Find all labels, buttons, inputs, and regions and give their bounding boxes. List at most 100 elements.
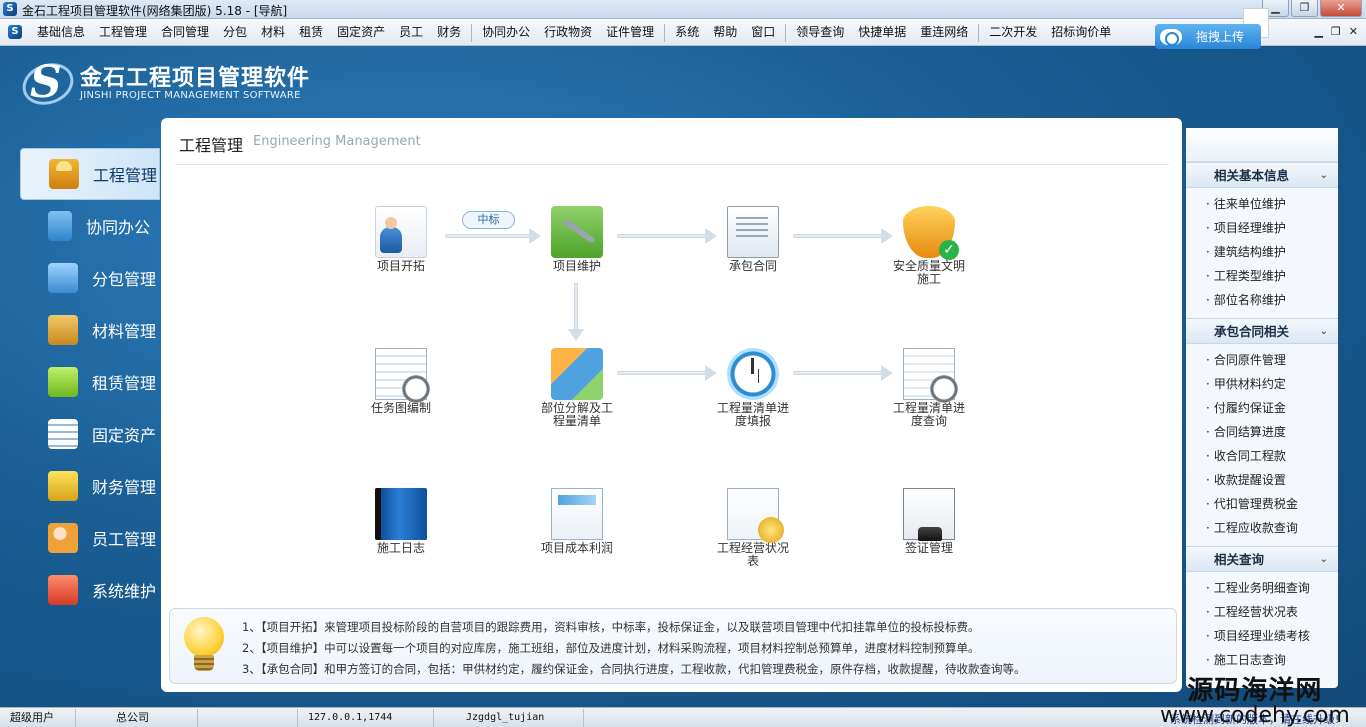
- menu-item-engineering[interactable]: 工程管理: [92, 19, 154, 46]
- chevron-down-icon[interactable]: ⌄: [1320, 547, 1328, 572]
- link-item[interactable]: 付履约保证金: [1206, 396, 1338, 420]
- link-item[interactable]: 部位名称维护: [1206, 288, 1338, 312]
- close-icon[interactable]: ✕: [1320, 0, 1362, 17]
- node-construction-log[interactable]: 施工日志: [346, 488, 456, 555]
- chevron-down-icon[interactable]: ⌄: [1320, 163, 1328, 188]
- menu-item-staff[interactable]: 员工: [392, 19, 430, 46]
- menu-item-bid-inquiry[interactable]: 招标询价单: [1044, 19, 1118, 46]
- menu-item-finance[interactable]: 财务: [430, 19, 468, 46]
- node-quantity-query[interactable]: 工程量清单进 度查询: [874, 348, 984, 428]
- node-part-breakdown[interactable]: 部位分解及工 程量清单: [522, 348, 632, 428]
- mdi-close-icon[interactable]: ✕: [1349, 25, 1358, 38]
- menu-item-system[interactable]: 系统: [668, 19, 706, 46]
- nav-item-rent[interactable]: 租赁管理: [20, 356, 160, 408]
- page-subtitle: Engineering Management: [253, 134, 421, 149]
- link-item[interactable]: 工程类型维护: [1206, 264, 1338, 288]
- nav-item-asset[interactable]: 固定资产: [20, 408, 160, 460]
- asset-list-icon: [48, 419, 78, 449]
- menu-item-reconnect[interactable]: 重连网络: [913, 19, 975, 46]
- node-project-maintenance[interactable]: 项目维护: [522, 206, 632, 273]
- window-controls: ▁ ❐ ✕: [1262, 0, 1362, 17]
- menu-item-basic-info[interactable]: 基础信息: [30, 19, 92, 46]
- right-panel-header: [1186, 128, 1338, 162]
- rent-cube-icon: [48, 367, 78, 397]
- link-item[interactable]: 施工日志查询: [1206, 648, 1338, 672]
- menu-item-contract[interactable]: 合同管理: [154, 19, 216, 46]
- node-task-schedule[interactable]: 任务图编制: [346, 348, 456, 415]
- link-item[interactable]: 合同结算进度: [1206, 420, 1338, 444]
- nav-item-staff[interactable]: 员工管理: [20, 512, 160, 564]
- menu-separator: [785, 23, 787, 42]
- nav-item-office[interactable]: 协同办公: [20, 200, 160, 252]
- window-title: 金石工程项目管理软件(网络集团版) 5.18 - [导航]: [22, 4, 288, 18]
- section-list: 工程业务明细查询 工程经营状况表 项目经理业绩考核 施工日志查询: [1186, 572, 1338, 678]
- company-logo: S: [16, 56, 80, 112]
- nav-item-finance[interactable]: 财务管理: [20, 460, 160, 512]
- drag-upload-button[interactable]: 拖拽上传: [1155, 24, 1261, 49]
- node-quantity-report[interactable]: 工程量清单进 度填报: [698, 348, 808, 428]
- node-visa-management[interactable]: 签证管理: [874, 488, 984, 555]
- menu-item-rent[interactable]: 租赁: [292, 19, 330, 46]
- menu-item-subcontract[interactable]: 分包: [216, 19, 254, 46]
- link-item[interactable]: 建筑结构维护: [1206, 240, 1338, 264]
- section-title: 承包合同相关: [1214, 324, 1290, 339]
- menu-app-icon[interactable]: S: [8, 25, 22, 39]
- link-item[interactable]: 收合同工程款: [1206, 444, 1338, 468]
- menu-item-office[interactable]: 协同办公: [475, 19, 537, 46]
- link-item[interactable]: 收款提醒设置: [1206, 468, 1338, 492]
- section-basic-info[interactable]: 相关基本信息 ⌄: [1186, 162, 1338, 188]
- nav-item-subcontract[interactable]: 分包管理: [20, 252, 160, 304]
- tip-line: 3、【承包合同】和甲方签订的合同，包括：甲供材约定，履约保证金，合同执行进度，工…: [242, 662, 1026, 676]
- clock-icon: [727, 348, 779, 400]
- mdi-restore-icon[interactable]: ❐: [1331, 25, 1341, 38]
- link-item[interactable]: 往来单位维护: [1206, 192, 1338, 216]
- link-item[interactable]: 项目经理业绩考核: [1206, 624, 1338, 648]
- status-database: Jzgdgl_tujian: [434, 708, 584, 727]
- node-safety[interactable]: 安全质量文明施工: [874, 206, 984, 286]
- menu-item-admin-supplies[interactable]: 行政物资: [537, 19, 599, 46]
- link-item[interactable]: 工程经营状况表: [1206, 600, 1338, 624]
- mdi-controls: ▁ ❐ ✕: [1314, 25, 1358, 38]
- link-item[interactable]: 甲供材料约定: [1206, 372, 1338, 396]
- link-item[interactable]: 工程应收款查询: [1206, 516, 1338, 540]
- node-contract[interactable]: 承包合同: [698, 206, 808, 273]
- section-list: 合同原件管理 甲供材料约定 付履约保证金 合同结算进度 收合同工程款 收款提醒设…: [1186, 344, 1338, 546]
- node-cost-profit[interactable]: 项目成本利润: [522, 488, 632, 555]
- right-panel: 相关基本信息 ⌄ 往来单位维护 项目经理维护 建筑结构维护 工程类型维护 部位名…: [1186, 128, 1338, 688]
- menu-item-certificate[interactable]: 证件管理: [599, 19, 661, 46]
- menu-item-dev[interactable]: 二次开发: [982, 19, 1044, 46]
- link-item[interactable]: 项目经理维护: [1206, 216, 1338, 240]
- section-contract[interactable]: 承包合同相关 ⌄: [1186, 318, 1338, 344]
- mdi-minimize-icon[interactable]: ▁: [1314, 25, 1322, 38]
- nav-item-engineering[interactable]: 工程管理: [20, 148, 160, 200]
- maximize-icon[interactable]: ❐: [1291, 0, 1318, 17]
- node-label: 项目开拓: [376, 259, 425, 273]
- tip-line: 2、【项目维护】中可以设置每一个项目的对应库房，施工班组，部位及进度计划，材料采…: [242, 641, 980, 655]
- node-label: 安全质量文明 施工: [892, 259, 965, 286]
- material-box-icon: [48, 315, 78, 345]
- coop-icon: [48, 211, 72, 241]
- product-name-en: JINSHI PROJECT MANAGEMENT SOFTWARE: [80, 90, 301, 101]
- menu-item-window[interactable]: 窗口: [744, 19, 782, 46]
- menu-item-quick-docs[interactable]: 快捷单据: [851, 19, 913, 46]
- section-query[interactable]: 相关查询 ⌄: [1186, 546, 1338, 572]
- menu-item-material[interactable]: 材料: [254, 19, 292, 46]
- shield-check-icon: [903, 206, 959, 260]
- node-operation-status[interactable]: 工程经营状况表: [698, 488, 808, 568]
- status-update-notice[interactable]: 系统检测到新的版本，请在线升级!: [1170, 711, 1339, 727]
- nav-item-system[interactable]: 系统维护: [20, 564, 160, 616]
- menu-item-leader-query[interactable]: 领导查询: [789, 19, 851, 46]
- node-project-development[interactable]: 项目开拓: [346, 206, 456, 273]
- link-item[interactable]: 代扣管理费税金: [1206, 492, 1338, 516]
- upload-label: 拖拽上传: [1196, 30, 1245, 44]
- wrench-icon: [551, 206, 603, 258]
- node-label: 承包合同: [728, 259, 777, 273]
- node-label: 施工日志: [376, 541, 425, 555]
- menu-separator: [978, 23, 980, 42]
- menu-item-help[interactable]: 帮助: [706, 19, 744, 46]
- link-item[interactable]: 合同原件管理: [1206, 348, 1338, 372]
- chevron-down-icon[interactable]: ⌄: [1320, 319, 1328, 344]
- link-item[interactable]: 工程业务明细查询: [1206, 576, 1338, 600]
- menu-item-fixed-asset[interactable]: 固定资产: [330, 19, 392, 46]
- nav-item-material[interactable]: 材料管理: [20, 304, 160, 356]
